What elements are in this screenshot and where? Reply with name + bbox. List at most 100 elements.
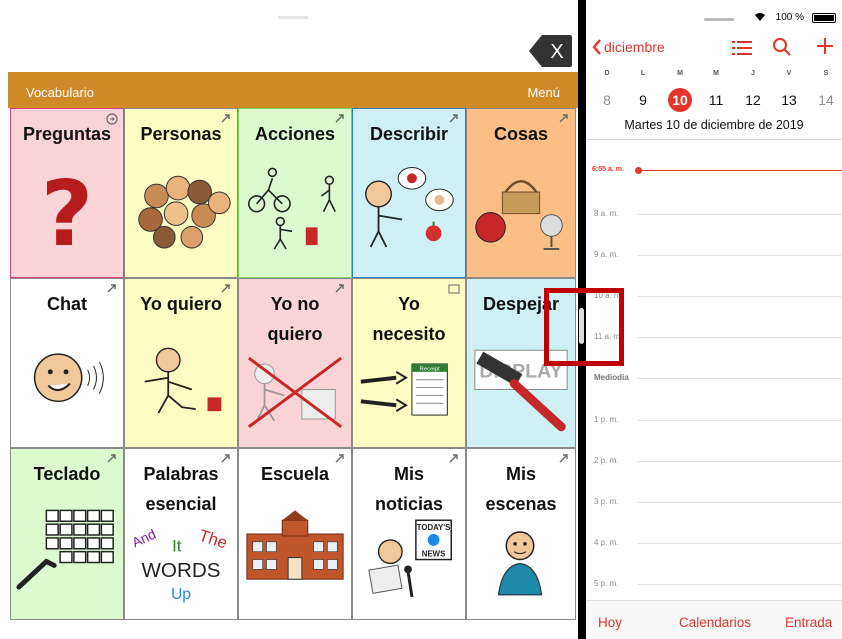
svg-text:And: And [130,527,159,551]
describe-icon [365,166,454,248]
weekday-label: M [677,70,683,77]
hour-label: 9 a. m. [594,250,619,259]
svg-text:WORDS: WORDS [141,559,220,582]
school-icon [246,510,344,580]
day-14[interactable]: 14 [811,88,841,112]
words-icon: And It The WORDS Up [130,526,230,603]
current-time-line [638,170,842,171]
hour-row[interactable]: 10 a. m. [586,291,842,303]
hour-label: 1 p. m. [594,415,619,424]
cell-chat[interactable]: Chat [10,278,124,448]
hour-line [638,337,842,338]
back-label: diciembre [604,39,665,55]
clear-icon: X [529,35,572,67]
hour-row[interactable]: 4 p. m. [586,538,842,550]
today-button[interactable]: Hoy [598,615,622,630]
multitask-grabber[interactable] [704,18,734,21]
current-time-label: 6:55 a. m. [592,166,624,173]
hour-line [638,296,842,297]
weekday-label: S [823,70,829,77]
cell-mis-escenas[interactable]: Mis escenas [466,448,576,620]
day-10-today[interactable]: 10 [665,88,695,112]
svg-text:Up: Up [171,586,191,603]
hour-row[interactable]: 1 p. m. [586,415,842,427]
cell-personas[interactable]: Personas [124,108,238,278]
calendar-bottom-bar: Hoy Calendarios Entrada [586,600,842,639]
keyboard-icon [16,509,114,590]
hour-line [638,502,842,503]
day-12[interactable]: 12 [738,88,768,112]
day-11[interactable]: 11 [701,88,731,112]
cell-mis-noticias[interactable]: Mis noticias TODAY'S NEWS [352,448,466,620]
svg-text:TODAY'S: TODAY'S [417,523,451,532]
cell-teclado[interactable]: Teclado [10,448,124,620]
hour-row[interactable]: 2 p. m. [586,456,842,468]
cell-escuela[interactable]: Escuela [238,448,352,620]
battery-icon [812,13,836,23]
hour-label: 5 p. m. [594,579,619,588]
day-timeline[interactable]: 6:55 a. m. 8 a. m. 9 a. m. 10 a. m. 11 a… [586,140,842,600]
vocabulary-label[interactable]: Vocabulario [26,85,94,100]
top-strip [0,0,578,10]
weekday-label: J [751,70,755,77]
hour-row[interactable]: 3 p. m. [586,497,842,509]
day-8[interactable]: 8 [592,88,622,112]
hour-label: 2 p. m. [594,456,619,465]
hour-row[interactable]: 9 a. m. [586,250,842,262]
svg-text:It: It [172,537,182,556]
inbox-button[interactable]: Entrada [785,615,832,630]
i-dont-want-icon [247,356,343,429]
svg-text:?: ? [41,162,93,267]
svg-text:X: X [550,41,563,63]
clear-button[interactable]: X [528,34,572,68]
svg-text:The: The [196,526,229,553]
hour-line [638,214,842,215]
hour-label: Mediodía [594,373,629,382]
message-window[interactable] [8,22,528,70]
question-mark-icon: ? [41,162,93,267]
calendar-app: 100 % diciembre D L M M J V S 8 9 10 11 … [586,0,842,639]
cell-describir[interactable]: Describir [352,108,466,278]
back-to-month-button[interactable]: diciembre [592,36,665,58]
wifi-icon [755,13,765,21]
list-icon[interactable] [732,39,752,57]
chat-face-icon [33,353,104,403]
weekday-label: V [786,70,792,77]
search-icon[interactable] [772,37,792,57]
cell-yo-necesito[interactable]: Yo necesito Receipt [352,278,466,448]
day-9[interactable]: 9 [628,88,658,112]
hour-row[interactable]: Mediodía [586,373,842,385]
news-icon: TODAY'S NEWS [368,519,452,598]
hour-row[interactable]: 5 p. m. [586,579,842,591]
battery-percent: 100 % [775,12,804,23]
hour-line [638,584,842,585]
calendars-button[interactable]: Calendarios [679,615,751,630]
vocabulary-toolbar: Vocabulario Menú [8,72,578,108]
hour-line [638,255,842,256]
cell-cosas[interactable]: Cosas [466,108,576,278]
hour-line [638,378,842,379]
svg-text:Receipt: Receipt [420,366,440,372]
multitask-grabber[interactable] [278,16,308,19]
actions-icon [248,167,336,250]
hour-line [638,461,842,462]
weekday-label: L [640,70,646,77]
hour-row[interactable]: 11 a. m. [586,332,842,344]
hour-row[interactable]: 8 a. m. [586,209,842,221]
hour-line [638,420,842,421]
cell-yo-no-quiero[interactable]: Yo no quiero [238,278,352,448]
add-event-icon[interactable] [815,36,835,56]
day-13[interactable]: 13 [774,88,804,112]
scenes-icon [497,531,543,596]
menu-button[interactable]: Menú [527,85,560,100]
hour-label: 8 a. m. [594,209,619,218]
cell-preguntas[interactable]: Preguntas ? [10,108,124,278]
cell-palabras-esencial[interactable]: Palabras esencial And It The WORDS Up [124,448,238,620]
selected-date: Martes 10 de diciembre de 2019 [624,118,804,132]
current-time-indicator: 6:55 a. m. [586,166,842,176]
highlight-box [544,288,624,366]
cell-acciones[interactable]: Acciones [238,108,352,278]
people-faces-icon [138,175,231,249]
cell-yo-quiero[interactable]: Yo quiero [124,278,238,448]
hour-label: 3 p. m. [594,497,619,506]
